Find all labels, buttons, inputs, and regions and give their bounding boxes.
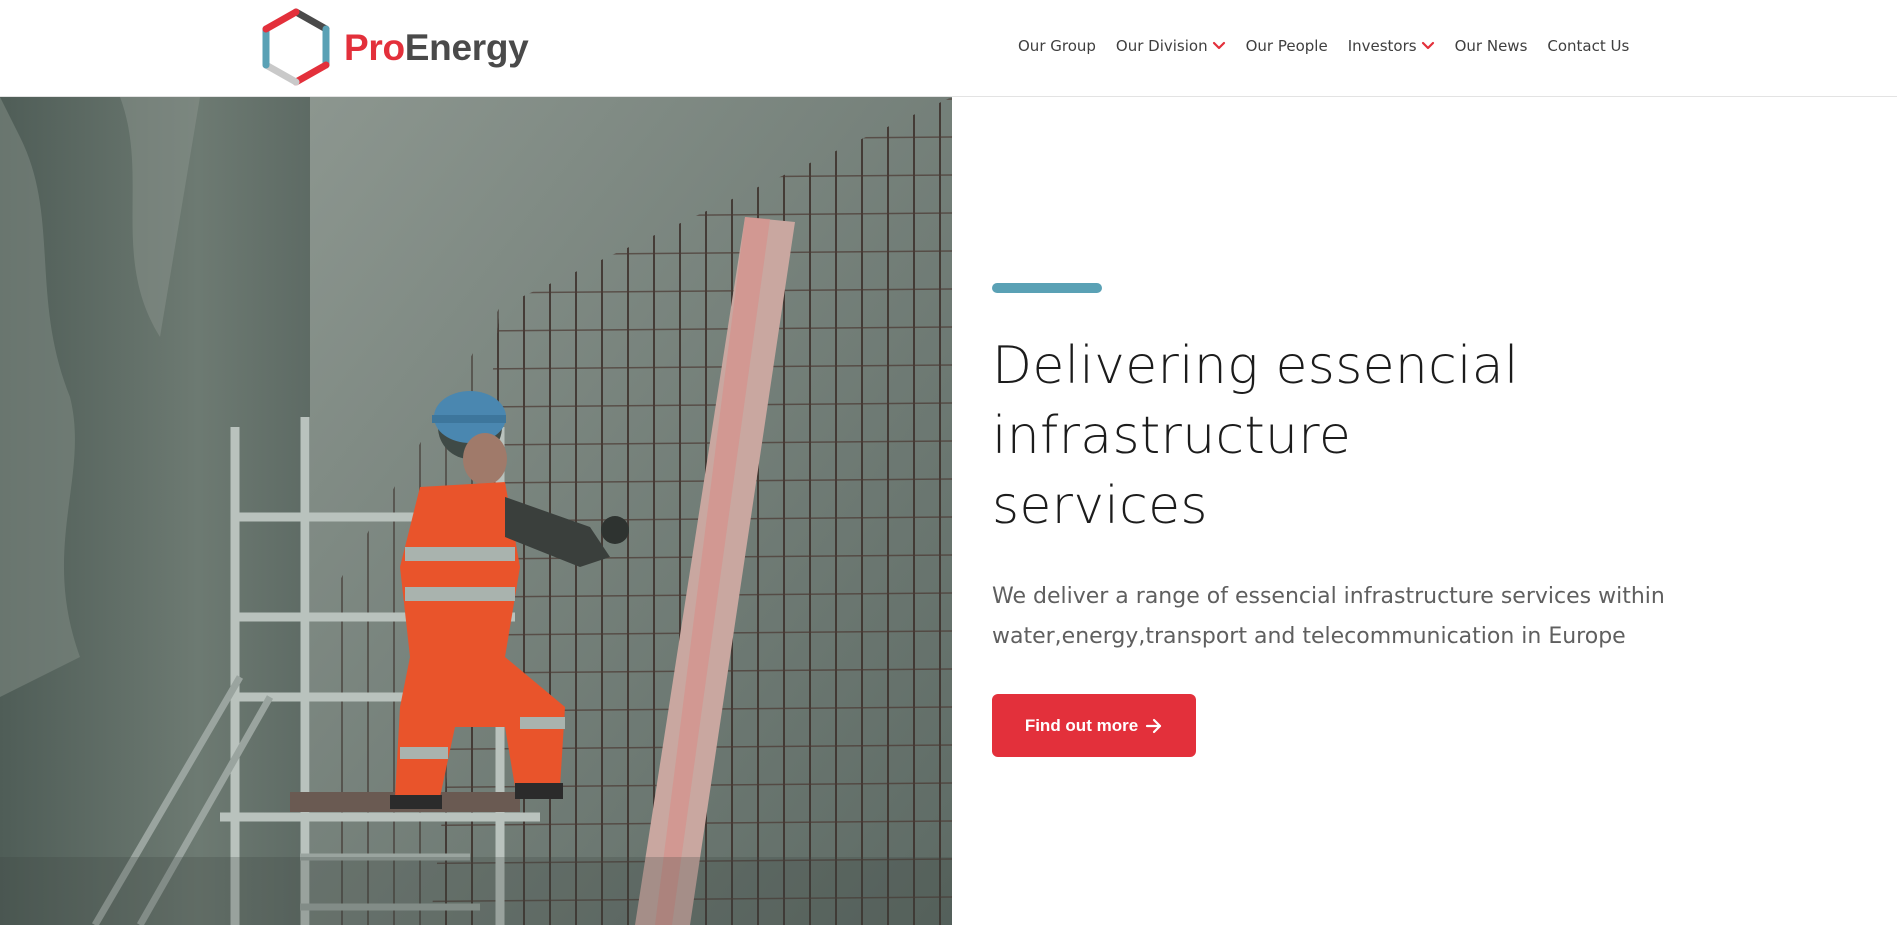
arrow-right-icon: [1146, 718, 1162, 733]
hero-content: Delivering essencial infrastructure serv…: [992, 283, 1722, 757]
site-header: ProEnergy Our Group Our Division Our Peo…: [0, 0, 1897, 97]
hexagon-logo-icon: [262, 8, 330, 86]
hero-title-line: infrastructure: [992, 406, 1352, 466]
hero-title: Delivering essencial infrastructure serv…: [992, 331, 1722, 541]
brand-logo[interactable]: ProEnergy: [262, 8, 529, 86]
nav-item-label: Our News: [1454, 37, 1528, 55]
nav-item-contact-us[interactable]: Contact Us: [1547, 37, 1629, 55]
brand-wordmark: ProEnergy: [344, 26, 529, 68]
construction-worker-illustration: [0, 97, 952, 925]
nav-item-label: Our Group: [1018, 37, 1096, 55]
cta-label: Find out more: [1024, 715, 1139, 735]
nav-item-our-group[interactable]: Our Group: [1018, 37, 1096, 55]
brand-name-suffix: Energy: [404, 26, 529, 68]
accent-bar: [992, 283, 1102, 293]
nav-item-investors[interactable]: Investors: [1348, 37, 1435, 55]
nav-item-our-news[interactable]: Our News: [1455, 37, 1528, 55]
hero-image-construction-worker: [0, 97, 952, 925]
nav-item-our-people[interactable]: Our People: [1246, 37, 1328, 55]
hero-title-line: services: [992, 476, 1208, 536]
nav-item-label: Investors: [1347, 37, 1417, 55]
nav-item-label: Contact Us: [1547, 37, 1630, 55]
chevron-down-icon: [1212, 41, 1225, 50]
nav-item-label: Our People: [1245, 37, 1328, 55]
chevron-down-icon: [1421, 41, 1434, 50]
hero-description-line: We deliver a range of essencial infrastr…: [992, 584, 1665, 609]
main-navigation: Our Group Our Division Our People Invest…: [1018, 27, 1629, 65]
brand-name-prefix: Pro: [344, 26, 405, 68]
find-out-more-button[interactable]: Find out more: [992, 694, 1196, 757]
hero-description-line: water,energy,transport and telecommunica…: [992, 624, 1626, 649]
hero-description: We deliver a range of essencial infrastr…: [992, 577, 1692, 657]
nav-item-our-division[interactable]: Our Division: [1116, 37, 1226, 55]
hero-title-line: Delivering essencial: [992, 336, 1519, 396]
nav-item-label: Our Division: [1115, 37, 1208, 55]
